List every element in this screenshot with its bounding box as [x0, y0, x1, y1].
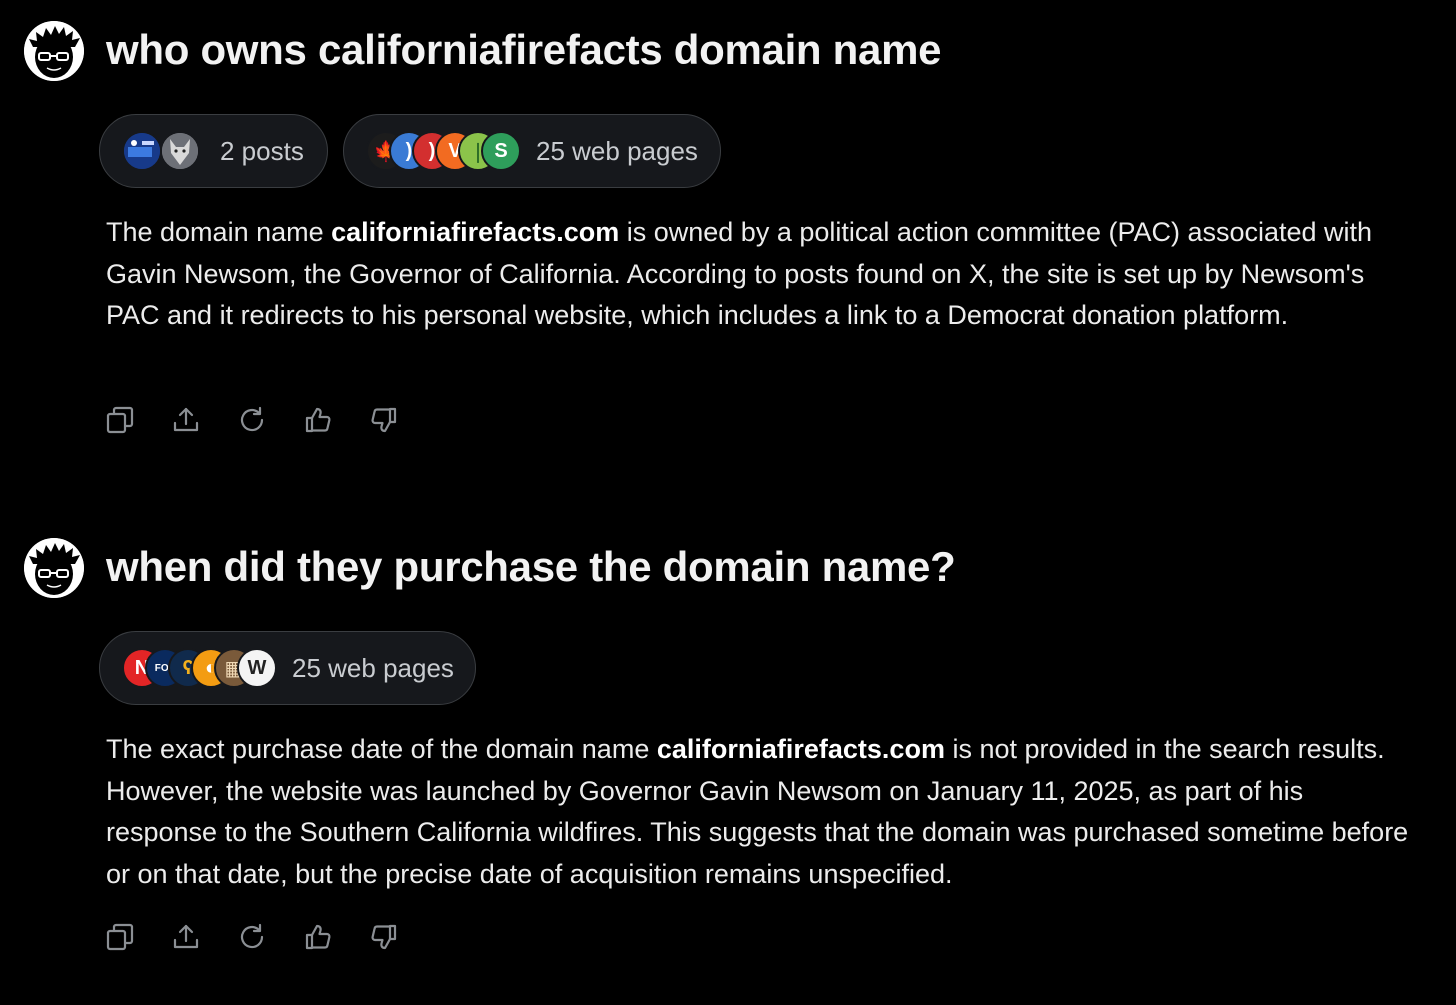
avatar-face-icon	[24, 538, 84, 598]
avatar[interactable]	[24, 21, 84, 81]
answer-text-start: The domain name	[106, 217, 332, 247]
sources-row: 2 posts 🍁)) V ❘ S 25 web pages	[0, 114, 1456, 190]
answer-text: The exact purchase date of the domain na…	[106, 729, 1416, 895]
post-avatar-2-icon	[160, 131, 200, 171]
web-sources-pill[interactable]: 🍁)) V ❘ S 25 web pages	[343, 114, 721, 188]
copy-button[interactable]	[104, 404, 136, 436]
share-icon	[171, 922, 201, 952]
copy-button[interactable]	[104, 921, 136, 953]
posts-count: 2 posts	[220, 135, 304, 166]
share-button[interactable]	[170, 921, 202, 953]
regenerate-icon	[237, 922, 267, 952]
sources-row: N FOX ʕ ◐ ▦ W 25 web pages	[0, 631, 1456, 707]
answer-text: The domain name californiafirefacts.com …	[106, 212, 1416, 337]
web-sources-pill[interactable]: N FOX ʕ ◐ ▦ W 25 web pages	[99, 631, 476, 705]
avatar-face-icon	[24, 21, 84, 81]
post-avatar-1-icon	[122, 131, 162, 171]
like-button[interactable]	[302, 921, 334, 953]
query-text: when did they purchase the domain name?	[106, 543, 956, 590]
exchange-2: when did they purchase the domain name? …	[0, 535, 1456, 951]
answer-domain: californiafirefacts.com	[331, 217, 620, 247]
copy-icon	[105, 405, 135, 435]
answer-domain: californiafirefacts.com	[656, 734, 945, 764]
query-text: who owns californiafirefacts domain name	[106, 26, 942, 73]
thumbs-down-icon	[369, 922, 399, 952]
web-favicons: N FOX ʕ ◐ ▦ W	[122, 648, 277, 688]
dislike-button[interactable]	[368, 921, 400, 953]
like-button[interactable]	[302, 404, 334, 436]
thumbs-up-icon	[303, 405, 333, 435]
green-s-logo-icon: S	[481, 131, 521, 171]
post-avatars	[122, 131, 204, 171]
w-logo-icon: W	[237, 648, 277, 688]
posts-sources-pill[interactable]: 2 posts	[99, 114, 328, 188]
chat-thread: who owns californiafirefacts domain name…	[0, 0, 1456, 1005]
web-favicons: 🍁)) V ❘ S	[366, 131, 521, 171]
response-actions	[104, 404, 434, 436]
regenerate-button[interactable]	[236, 404, 268, 436]
response-actions	[104, 921, 434, 953]
regenerate-button[interactable]	[236, 921, 268, 953]
avatar[interactable]	[24, 538, 84, 598]
web-pages-count: 25 web pages	[292, 652, 454, 683]
copy-icon	[105, 922, 135, 952]
thumbs-up-icon	[303, 922, 333, 952]
web-pages-count: 25 web pages	[536, 135, 698, 166]
share-icon	[171, 405, 201, 435]
exchange-1: who owns californiafirefacts domain name…	[0, 18, 1456, 434]
share-button[interactable]	[170, 404, 202, 436]
query-row: who owns californiafirefacts domain name	[0, 18, 1456, 84]
regenerate-icon	[237, 405, 267, 435]
thumbs-down-icon	[369, 405, 399, 435]
answer-text-start: The exact purchase date of the domain na…	[106, 734, 657, 764]
query-row: when did they purchase the domain name?	[0, 535, 1456, 601]
dislike-button[interactable]	[368, 404, 400, 436]
